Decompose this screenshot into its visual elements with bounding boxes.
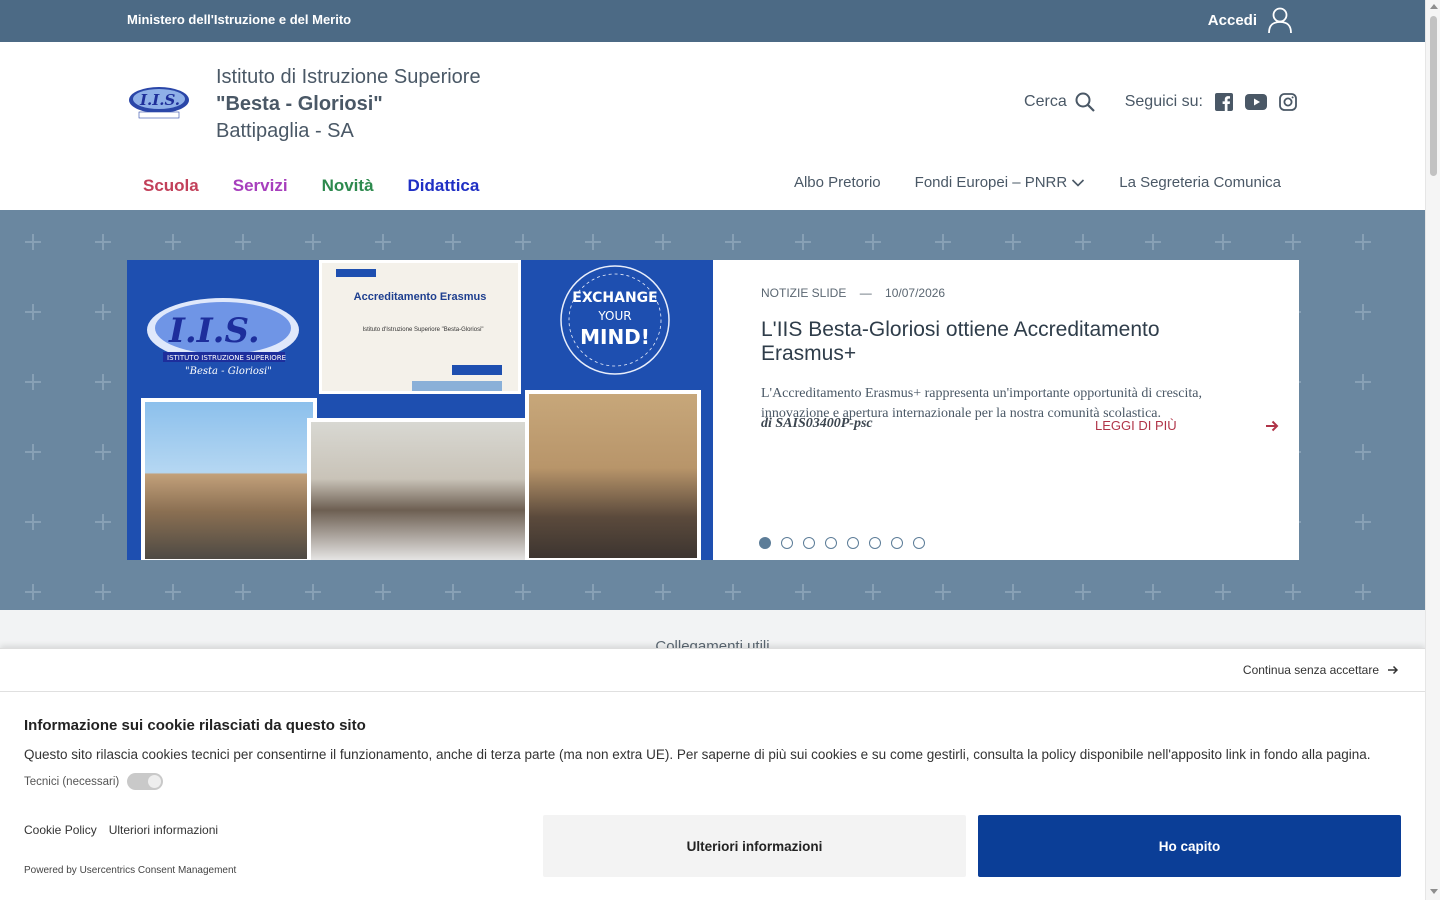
photo-stone-building bbox=[525, 390, 701, 560]
cookie-links: Cookie Policy Ulteriori informazioni bbox=[24, 823, 218, 837]
nav-didattica[interactable]: Didattica bbox=[408, 176, 480, 196]
accept-button[interactable]: Ho capito bbox=[978, 815, 1401, 877]
slide-date: 10/07/2026 bbox=[885, 286, 946, 300]
nav-fondi-europei-label: Fondi Europei – PNRR bbox=[914, 174, 1068, 191]
youtube-icon[interactable] bbox=[1245, 94, 1267, 110]
nav-albo-pretorio[interactable]: Albo Pretorio bbox=[794, 174, 881, 191]
search-icon bbox=[1075, 92, 1095, 112]
user-icon bbox=[1268, 7, 1292, 34]
arrow-right-icon bbox=[1265, 420, 1279, 431]
carousel-dot[interactable] bbox=[847, 537, 859, 549]
follow-label: Seguici su: bbox=[1124, 93, 1203, 110]
facebook-icon[interactable] bbox=[1215, 93, 1233, 111]
logo-name-text: "Besta - Gloriosi" bbox=[185, 366, 272, 377]
main-navigation: Scuola Servizi Novità Didattica bbox=[143, 176, 479, 196]
photo-palma bbox=[141, 398, 317, 560]
svg-text:I.I.S.: I.I.S. bbox=[139, 91, 180, 109]
scroll-up-arrow[interactable] bbox=[1430, 4, 1438, 9]
nav-fondi-europei[interactable]: Fondi Europei – PNRR bbox=[915, 174, 1086, 191]
carousel-dot[interactable] bbox=[803, 537, 815, 549]
nav-servizi[interactable]: Servizi bbox=[233, 176, 288, 196]
certificate-title: Accreditamento Erasmus bbox=[353, 291, 487, 303]
school-name-line2: "Besta - Gloriosi" bbox=[216, 93, 383, 115]
cookie-banner: Continua senza accettare Informazione su… bbox=[0, 648, 1425, 900]
continue-without-accepting[interactable]: Continua senza accettare bbox=[1243, 663, 1399, 677]
scroll-thumb[interactable] bbox=[1430, 16, 1437, 176]
nav-novita[interactable]: Novità bbox=[322, 176, 374, 196]
certificate-name: Istituto d'Istruzione Superiore "Besta-G… bbox=[362, 327, 484, 333]
badge-line1: EXCHANGE bbox=[572, 290, 657, 306]
secondary-navigation: Albo Pretorio Fondi Europei – PNRR La Se… bbox=[794, 174, 1281, 191]
cookie-title: Informazione sui cookie rilasciati da qu… bbox=[24, 717, 366, 734]
nav-segreteria[interactable]: La Segreteria Comunica bbox=[1119, 174, 1281, 191]
iis-logo-graphic: I.I.S. ISTITUTO ISTRUZIONE SUPERIORE "Be… bbox=[147, 298, 299, 377]
photo-classroom bbox=[307, 418, 529, 560]
cookie-policy-link[interactable]: Cookie Policy bbox=[24, 823, 97, 837]
login-label: Accedi bbox=[1207, 11, 1257, 29]
school-name-line3: Battipaglia - SA bbox=[216, 120, 354, 142]
read-more-link[interactable]: LEGGI DI PIÙ bbox=[1095, 418, 1279, 433]
logo-main-text: I.I.S. bbox=[168, 311, 260, 351]
page-scrollbar[interactable] bbox=[1425, 0, 1440, 900]
read-more-label: LEGGI DI PIÙ bbox=[1095, 418, 1177, 433]
scroll-down-arrow[interactable] bbox=[1430, 889, 1438, 894]
chevron-down-icon bbox=[1072, 178, 1085, 187]
technical-cookies-row: Tecnici (necessari) bbox=[24, 773, 164, 790]
banner-divider bbox=[0, 691, 1425, 692]
technical-label: Tecnici (necessari) bbox=[24, 775, 120, 788]
carousel-dot[interactable] bbox=[825, 537, 837, 549]
carousel-dot[interactable] bbox=[891, 537, 903, 549]
search-button[interactable]: Cerca bbox=[1024, 92, 1095, 112]
hero-carousel: I.I.S. ISTITUTO ISTRUZIONE SUPERIORE "Be… bbox=[0, 210, 1425, 610]
hero-slide[interactable]: I.I.S. ISTITUTO ISTRUZIONE SUPERIORE "Be… bbox=[127, 260, 1299, 560]
technical-cookies-toggle[interactable] bbox=[127, 773, 164, 790]
ministry-topbar: Ministero dell'Istruzione e del Merito A… bbox=[0, 0, 1425, 42]
school-logo[interactable]: I.I.S. bbox=[127, 84, 191, 120]
nav-scuola[interactable]: Scuola bbox=[143, 176, 199, 196]
site-header: I.I.S. Istituto di Istruzione Superiore … bbox=[0, 42, 1425, 210]
slide-author: di SAIS03400P-psc bbox=[761, 416, 873, 431]
instagram-icon[interactable] bbox=[1279, 93, 1297, 111]
slide-image[interactable]: I.I.S. ISTITUTO ISTRUZIONE SUPERIORE "Be… bbox=[127, 260, 713, 560]
school-name[interactable]: Istituto di Istruzione Superiore "Besta … bbox=[216, 64, 481, 145]
certificate-image: Accreditamento Erasmus Istituto d'Istruz… bbox=[319, 260, 521, 394]
header-tools: Cerca Seguici su: bbox=[1024, 92, 1297, 112]
arrow-right-icon bbox=[1388, 665, 1399, 675]
carousel-dot[interactable] bbox=[913, 537, 925, 549]
continue-label: Continua senza accettare bbox=[1242, 663, 1379, 677]
slide-title[interactable]: L'IIS Besta-Gloriosi ottiene Accreditame… bbox=[761, 318, 1251, 366]
exchange-mind-badge: EXCHANGE YOUR MIND! bbox=[560, 265, 670, 375]
carousel-dot[interactable] bbox=[781, 537, 793, 549]
meta-separator: — bbox=[859, 286, 872, 300]
more-info-link[interactable]: Ulteriori informazioni bbox=[109, 823, 218, 837]
carousel-dot[interactable] bbox=[759, 537, 771, 549]
school-name-line1: Istituto di Istruzione Superiore bbox=[216, 66, 481, 88]
slide-content: NOTIZIE SLIDE — 10/07/2026 L'IIS Besta-G… bbox=[713, 260, 1299, 560]
login-button[interactable]: Accedi bbox=[1208, 6, 1293, 34]
more-info-button[interactable]: Ulteriori informazioni bbox=[543, 815, 966, 877]
logo-sub-text: ISTITUTO ISTRUZIONE SUPERIORE bbox=[167, 354, 286, 362]
cookie-description: Questo sito rilascia cookies tecnici per… bbox=[24, 747, 1371, 762]
ministry-link[interactable]: Ministero dell'Istruzione e del Merito bbox=[127, 12, 351, 27]
social-links: Seguici su: bbox=[1125, 93, 1297, 111]
search-label: Cerca bbox=[1024, 93, 1067, 110]
slide-meta: NOTIZIE SLIDE — 10/07/2026 bbox=[761, 286, 1251, 300]
powered-by: Powered by Usercentrics Consent Manageme… bbox=[24, 865, 237, 876]
carousel-dot[interactable] bbox=[869, 537, 881, 549]
slide-category[interactable]: NOTIZIE SLIDE bbox=[761, 286, 846, 300]
carousel-pagination bbox=[759, 537, 925, 549]
badge-line3: MIND! bbox=[580, 325, 650, 349]
badge-line2: YOUR bbox=[597, 309, 631, 323]
